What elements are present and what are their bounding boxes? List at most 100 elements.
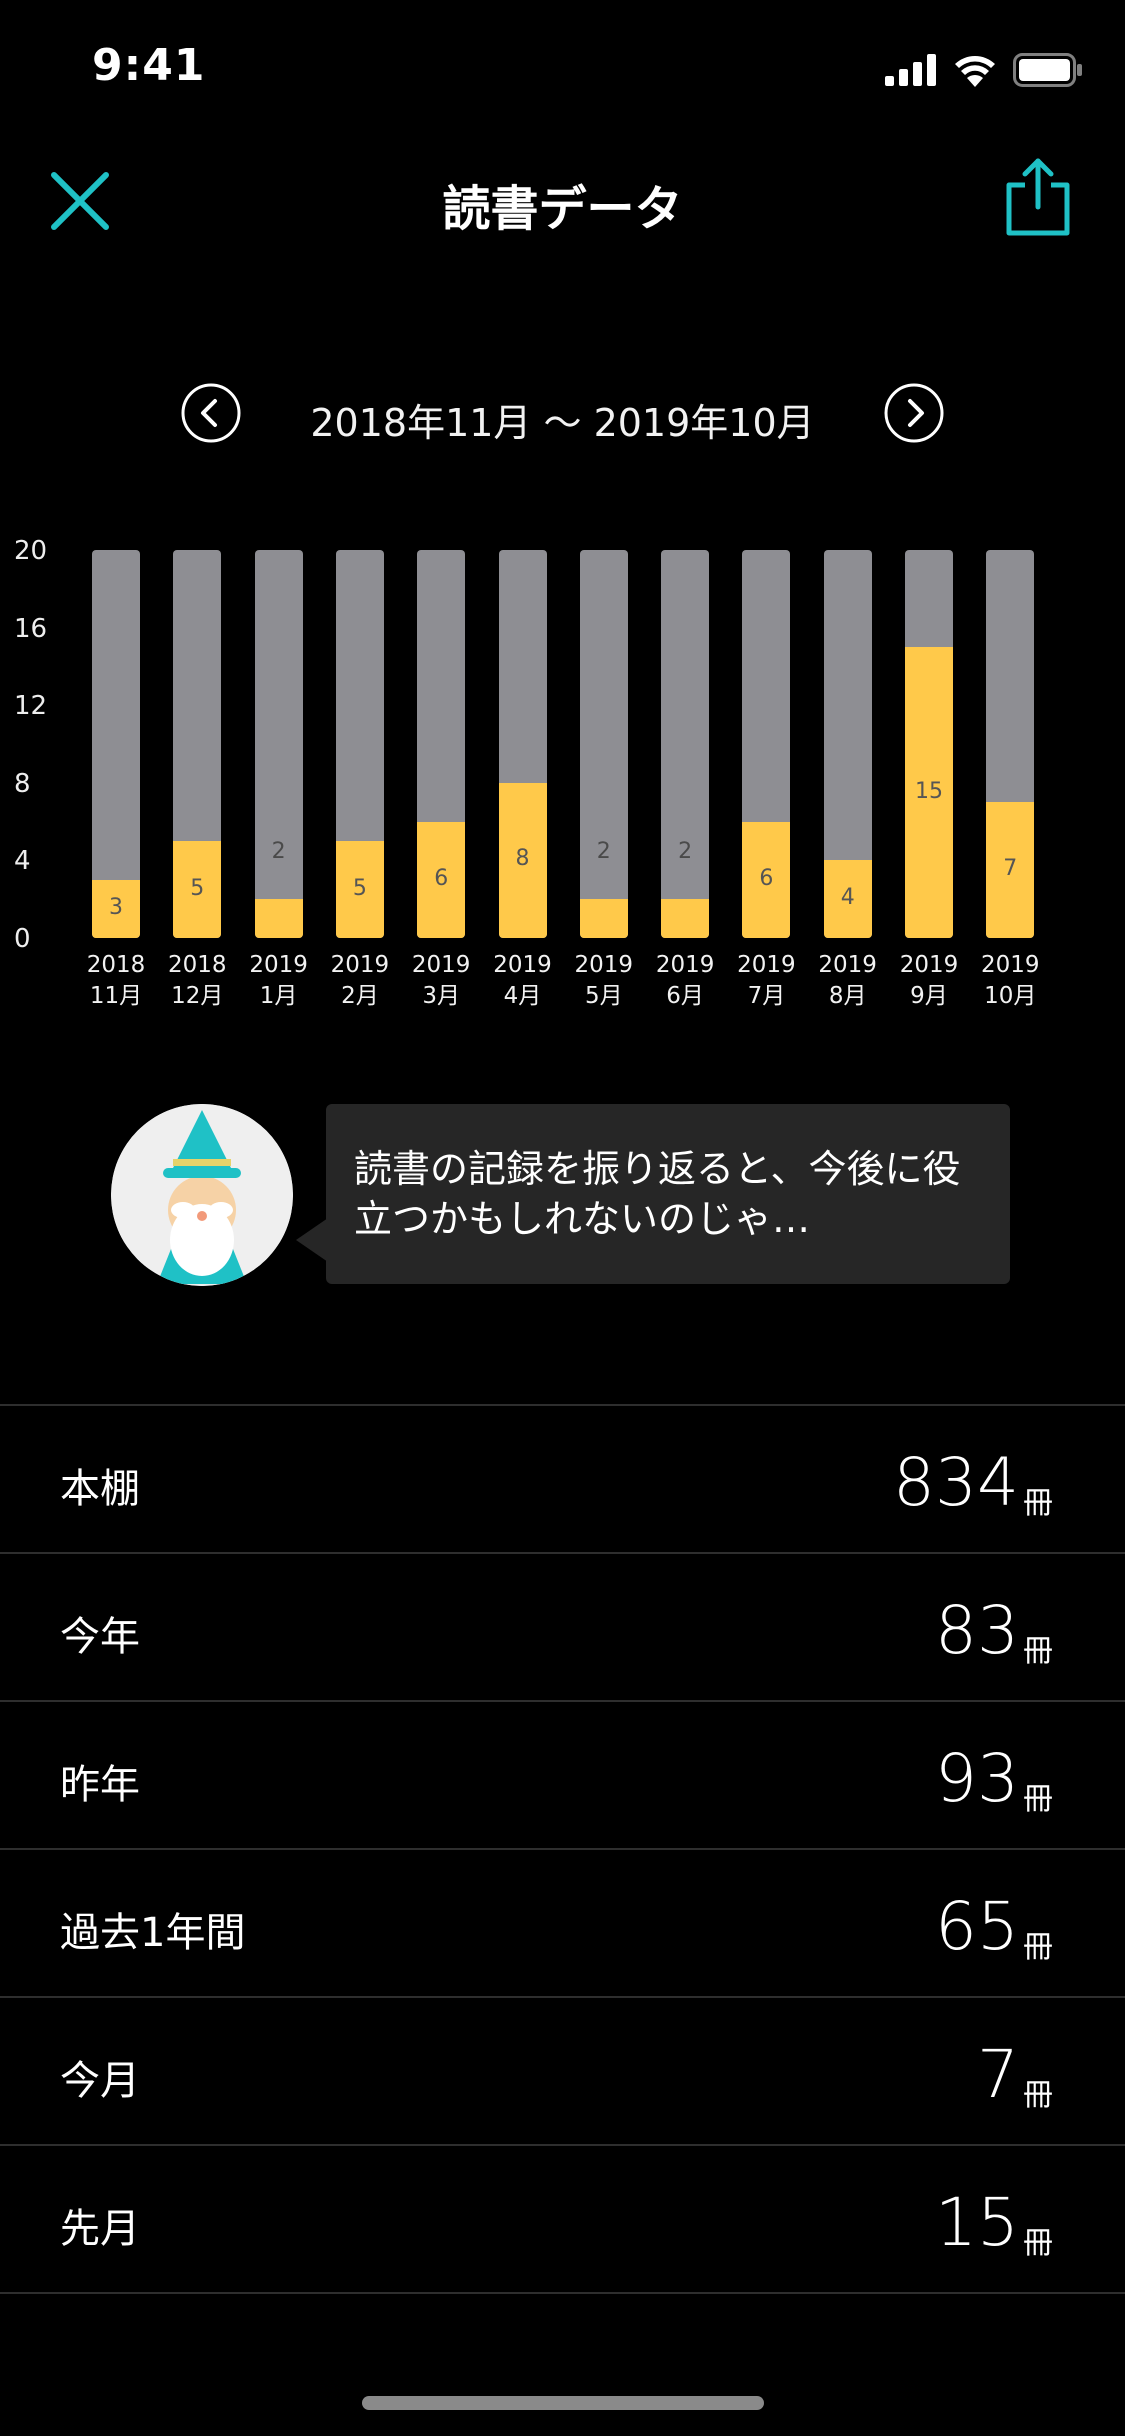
- next-period-button[interactable]: [884, 383, 944, 443]
- x-tick-month: 8月: [828, 983, 867, 1009]
- stat-value: 65: [935, 1888, 1019, 1965]
- stat-unit: 冊: [1023, 1930, 1053, 1965]
- x-tick-year: 2018: [168, 952, 227, 978]
- x-tick-month: 11月: [89, 983, 143, 1009]
- x-tick-label: 2019 10月: [970, 950, 1050, 1012]
- wizard-icon: [111, 1104, 293, 1286]
- bar-value-label: 15: [915, 778, 943, 804]
- x-tick-month: 2月: [341, 983, 379, 1009]
- stat-unit: 冊: [1023, 2078, 1053, 2113]
- x-tick-year: 2019: [411, 952, 471, 978]
- bar-value-label: 2: [678, 839, 693, 865]
- x-tick-month: 10月: [984, 983, 1037, 1009]
- status-time: 9:41: [92, 40, 206, 91]
- status-icons: [885, 52, 1083, 88]
- x-tick-label: 2019 2月: [320, 950, 400, 1012]
- period-selector: 2018年11月 〜 2019年10月: [0, 380, 1125, 450]
- stat-value: 15: [935, 2184, 1019, 2261]
- nav-bar: 読書データ: [0, 135, 1125, 265]
- x-tick-year: 2019: [574, 952, 634, 978]
- battery-icon: [1013, 53, 1082, 87]
- x-tick-month: 4月: [503, 983, 542, 1009]
- reading-stats-list: 本棚 834 冊今年 83 冊昨年 93 冊過去1年間 65 冊今月 7 冊先月 15 冊: [0, 1404, 1125, 2294]
- bar-value-label: 2: [271, 839, 286, 865]
- home-indicator: [362, 2396, 764, 2410]
- bar-value-label: 6: [759, 865, 774, 891]
- y-tick-label: 8: [14, 768, 31, 799]
- y-tick-label: 4: [14, 846, 31, 877]
- stat-value: 93: [935, 1740, 1019, 1817]
- stat-unit: 冊: [1023, 2226, 1053, 2261]
- bar: [254, 899, 303, 938]
- x-tick-month: 9月: [910, 983, 948, 1009]
- stat-row: 今月 7 冊: [0, 1996, 1125, 2144]
- bar-value-label: 2: [596, 839, 611, 865]
- speech-bubble: 読書の記録を振り返ると、今後に役立つかもしれないのじゃ…: [326, 1104, 1010, 1284]
- bar-value-label: 5: [352, 875, 367, 901]
- stat-value: 834: [893, 1444, 1019, 1521]
- stat-row: 過去1年間 65 冊: [0, 1848, 1125, 1996]
- bar: [661, 899, 710, 938]
- stat-row: 先月 15 冊: [0, 2144, 1125, 2294]
- stat-unit: 冊: [1023, 1782, 1053, 1817]
- stat-value: 83: [935, 1592, 1019, 1669]
- x-tick-year: 2019: [249, 952, 308, 978]
- x-tick-year: 2019: [493, 952, 552, 978]
- bar-value-label: 4: [840, 885, 855, 911]
- bar-track: [661, 550, 710, 938]
- x-tick-month: 6月: [666, 983, 704, 1009]
- x-tick-label: 2018 11月: [76, 950, 156, 1012]
- stat-label: 今年: [60, 1614, 140, 1660]
- page-title: 読書データ: [442, 181, 683, 237]
- y-tick-label: 20: [14, 536, 48, 566]
- stat-label: 昨年: [60, 1762, 140, 1808]
- wizard-avatar: [111, 1104, 293, 1286]
- stat-row: 昨年 93 冊: [0, 1700, 1125, 1848]
- bar-track: [579, 550, 628, 938]
- share-icon[interactable]: [1003, 157, 1073, 237]
- x-tick-year: 2019: [899, 952, 959, 978]
- x-tick-year: 2019: [330, 952, 390, 978]
- x-tick-label: 2018 12月: [157, 950, 237, 1012]
- stat-value: 7: [977, 2036, 1019, 2113]
- speech-bubble-tail: [296, 1218, 328, 1262]
- bar-value-label: 8: [515, 846, 530, 872]
- bar-value-label: 7: [1003, 856, 1018, 882]
- period-label: 2018年11月 〜 2019年10月: [310, 401, 815, 445]
- bar-value-label: 5: [190, 875, 205, 901]
- y-tick-label: 0: [14, 924, 31, 954]
- monthly-reading-chart: 20 16 12 8 4 0 3 2018 11月 5 2018 12月 2 2019 1月 5 2019 2月 6…: [0, 520, 1125, 1030]
- bar-value-label: 3: [109, 894, 123, 920]
- x-tick-month: 5月: [584, 983, 623, 1009]
- x-tick-year: 2019: [818, 952, 877, 978]
- x-tick-month: 7月: [747, 983, 786, 1009]
- bar-track: [254, 550, 303, 938]
- x-tick-label: 2019 1月: [239, 950, 319, 1012]
- stat-unit: 冊: [1023, 1634, 1053, 1669]
- stat-label: 先月: [60, 2206, 140, 2252]
- x-tick-label: 2019 3月: [401, 950, 481, 1012]
- wifi-icon: [955, 56, 995, 87]
- x-tick-label: 2019 5月: [564, 950, 644, 1012]
- stat-label: 本棚: [60, 1466, 140, 1512]
- x-tick-year: 2019: [655, 952, 715, 978]
- status-bar: 9:41: [0, 0, 1125, 135]
- x-tick-month: 1月: [259, 983, 298, 1009]
- stat-row: 今年 83 冊: [0, 1552, 1125, 1700]
- y-tick-label: 12: [14, 691, 48, 722]
- x-tick-label: 2019 7月: [726, 950, 806, 1012]
- wizard-message: 読書の記録を振り返ると、今後に役立つかもしれないのじゃ…: [354, 1147, 961, 1241]
- x-tick-label: 2019 8月: [808, 950, 888, 1012]
- x-tick-label: 2019 4月: [483, 950, 563, 1012]
- stat-row: 本棚 834 冊: [0, 1404, 1125, 1552]
- x-tick-year: 2018: [86, 952, 146, 978]
- x-tick-month: 12月: [171, 983, 224, 1009]
- cellular-signal-icon: [885, 54, 936, 86]
- stat-label: 過去1年間: [60, 1910, 246, 1956]
- stat-label: 今月: [60, 2058, 140, 2104]
- x-tick-label: 2019 9月: [889, 950, 969, 1012]
- x-tick-label: 2019 6月: [645, 950, 725, 1012]
- y-tick-label: 16: [14, 613, 48, 644]
- x-tick-month: 3月: [422, 983, 460, 1009]
- x-tick-year: 2019: [737, 952, 796, 978]
